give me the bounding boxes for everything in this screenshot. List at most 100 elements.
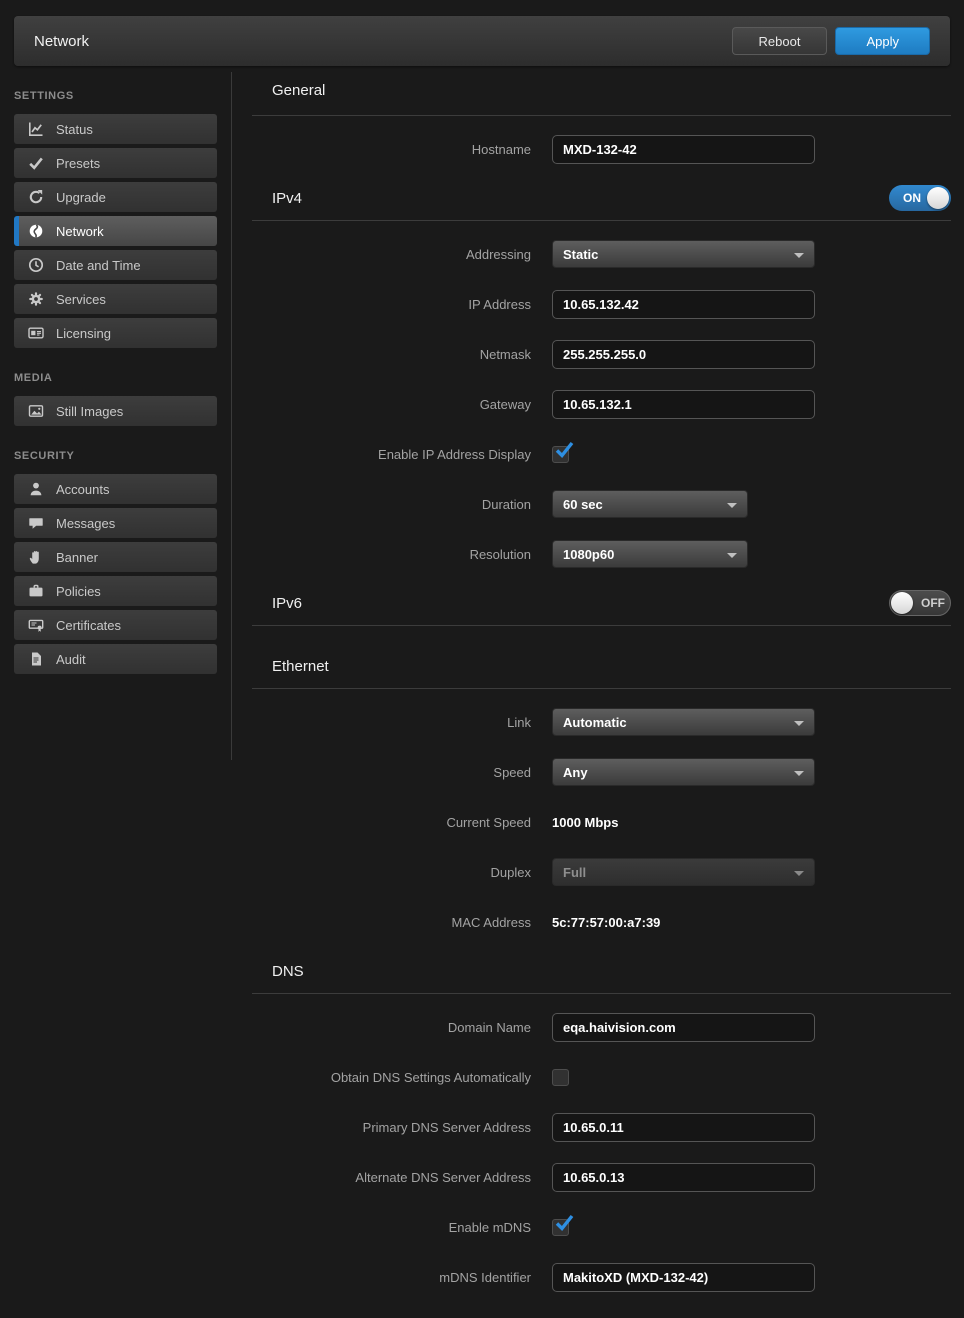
refresh-icon: [28, 189, 44, 205]
gateway-input[interactable]: [552, 390, 815, 419]
duplex-value: Full: [563, 865, 586, 880]
section-title-ipv6: IPv6: [272, 595, 302, 612]
primary-dns-input[interactable]: [552, 1113, 815, 1142]
section-dns-header: DNS: [252, 949, 951, 994]
sidebar-section-label: SECURITY: [0, 450, 232, 474]
sidebar-item-still-images[interactable]: Still Images: [14, 396, 217, 426]
sidebar-section-label: SETTINGS: [0, 90, 232, 114]
ipv4-toggle[interactable]: ON: [889, 185, 951, 211]
chevron-down-icon: [727, 503, 737, 508]
primary-dns-label: Primary DNS Server Address: [252, 1120, 531, 1135]
addressing-select[interactable]: Static: [552, 240, 815, 268]
license-card-icon: [28, 325, 44, 341]
gear-icon: [28, 291, 44, 307]
speed-select[interactable]: Any: [552, 758, 815, 786]
alternate-dns-input[interactable]: [552, 1163, 815, 1192]
mdns-identifier-input[interactable]: [552, 1263, 815, 1292]
sidebar-item-audit[interactable]: Audit: [14, 644, 217, 674]
section-title-ethernet: Ethernet: [272, 658, 329, 675]
sidebar-item-network[interactable]: Network: [14, 216, 217, 246]
chevron-down-icon: [794, 871, 804, 876]
image-icon: [28, 403, 44, 419]
sidebar-item-certificates[interactable]: Certificates: [14, 610, 217, 640]
sidebar-item-banner[interactable]: Banner: [14, 542, 217, 572]
addressing-row: Addressing Static: [252, 229, 951, 279]
addressing-value: Static: [563, 247, 598, 262]
main-content: General Hostname IPv4 ON Addressing Stat…: [232, 66, 964, 1304]
resolution-label: Resolution: [252, 547, 531, 562]
sidebar-item-label: Network: [56, 224, 104, 239]
page-title: Network: [34, 33, 89, 50]
gateway-row: Gateway: [252, 379, 951, 429]
sidebar-item-label: Messages: [56, 516, 115, 531]
section-ipv4-header: IPv4 ON: [252, 176, 951, 221]
ip-address-row: IP Address: [252, 279, 951, 329]
toggle-knob: [927, 187, 949, 209]
domain-name-label: Domain Name: [252, 1020, 531, 1035]
resolution-select[interactable]: 1080p60: [552, 540, 748, 568]
primary-dns-row: Primary DNS Server Address: [252, 1102, 951, 1152]
sidebar-section-label: MEDIA: [0, 372, 232, 396]
addressing-label: Addressing: [252, 247, 531, 262]
globe-icon: [28, 223, 44, 239]
document-icon: [28, 651, 44, 667]
ipv6-toggle[interactable]: OFF: [889, 590, 951, 616]
domain-name-row: Domain Name: [252, 1002, 951, 1052]
chevron-down-icon: [794, 253, 804, 258]
enable-mdns-label: Enable mDNS: [252, 1220, 531, 1235]
mac-address-value: 5c:77:57:00:a7:39: [552, 915, 660, 930]
link-row: Link Automatic: [252, 697, 951, 747]
hostname-input[interactable]: [552, 135, 815, 164]
ip-address-input[interactable]: [552, 290, 815, 319]
sidebar-section-settings: SETTINGS Status Presets Upgrade: [0, 90, 232, 348]
briefcase-icon: [28, 583, 44, 599]
speed-label: Speed: [252, 765, 531, 780]
sidebar-item-label: Accounts: [56, 482, 109, 497]
apply-button[interactable]: Apply: [835, 27, 930, 55]
sidebar-item-label: Licensing: [56, 326, 111, 341]
section-ethernet-body: Link Automatic Speed Any C: [252, 689, 951, 949]
duration-value: 60 sec: [563, 497, 603, 512]
netmask-input[interactable]: [552, 340, 815, 369]
enable-mdns-checkbox[interactable]: [552, 1219, 569, 1236]
sidebar-item-label: Still Images: [56, 404, 123, 419]
obtain-dns-auto-checkbox[interactable]: [552, 1069, 569, 1086]
obtain-dns-auto-label: Obtain DNS Settings Automatically: [252, 1070, 531, 1085]
sidebar-item-upgrade[interactable]: Upgrade: [14, 182, 217, 212]
section-ethernet-header: Ethernet: [252, 644, 951, 689]
sidebar-item-label: Services: [56, 292, 106, 307]
sidebar-item-label: Presets: [56, 156, 100, 171]
sidebar-divider: [231, 72, 232, 760]
duration-label: Duration: [252, 497, 531, 512]
sidebar-item-messages[interactable]: Messages: [14, 508, 217, 538]
sidebar-item-status[interactable]: Status: [14, 114, 217, 144]
section-title-general: General: [272, 82, 325, 99]
section-title-dns: DNS: [272, 963, 304, 980]
sidebar-item-label: Policies: [56, 584, 101, 599]
link-value: Automatic: [563, 715, 627, 730]
chevron-down-icon: [794, 771, 804, 776]
duration-select[interactable]: 60 sec: [552, 490, 748, 518]
link-select[interactable]: Automatic: [552, 708, 815, 736]
section-general-header: General: [252, 66, 951, 116]
sidebar-item-licensing[interactable]: Licensing: [14, 318, 217, 348]
sidebar-item-services[interactable]: Services: [14, 284, 217, 314]
reboot-button[interactable]: Reboot: [732, 27, 828, 55]
enable-mdns-row: Enable mDNS: [252, 1202, 951, 1252]
sidebar-item-date-and-time[interactable]: Date and Time: [14, 250, 217, 280]
chevron-down-icon: [727, 553, 737, 558]
mac-address-label: MAC Address: [252, 915, 531, 930]
sidebar-section-security: SECURITY Accounts Messages Banner: [0, 450, 232, 674]
sidebar-item-accounts[interactable]: Accounts: [14, 474, 217, 504]
sidebar-item-policies[interactable]: Policies: [14, 576, 217, 606]
enable-ip-display-checkbox[interactable]: [552, 446, 569, 463]
mac-address-row: MAC Address 5c:77:57:00:a7:39: [252, 897, 951, 947]
domain-name-input[interactable]: [552, 1013, 815, 1042]
checkmark-icon: [554, 1214, 574, 1232]
chevron-down-icon: [794, 721, 804, 726]
certificate-icon: [28, 617, 44, 633]
ipv4-toggle-label: ON: [903, 191, 921, 205]
sidebar-item-presets[interactable]: Presets: [14, 148, 217, 178]
current-speed-value: 1000 Mbps: [552, 815, 618, 830]
ipv6-toggle-label: OFF: [921, 596, 945, 610]
